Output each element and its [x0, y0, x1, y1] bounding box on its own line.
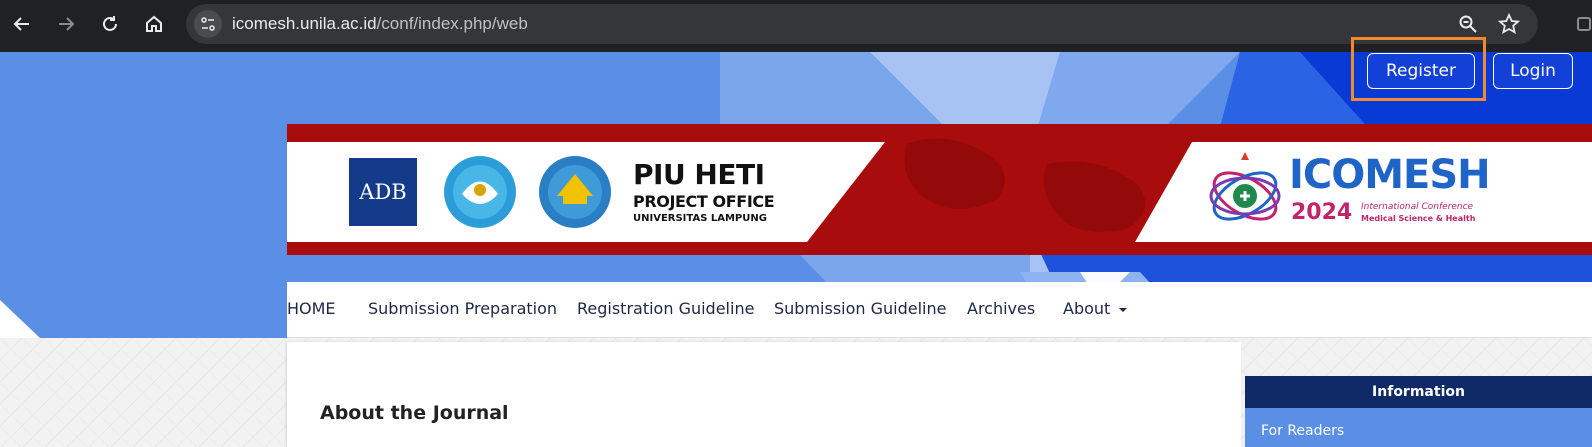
nav-registration-guideline[interactable]: Registration Guideline — [577, 299, 754, 318]
url-host: icomesh.unila.ac.id — [232, 14, 377, 33]
extension-icon[interactable] — [1576, 14, 1592, 38]
forward-arrow-icon[interactable] — [52, 10, 80, 38]
caret-down-icon — [1119, 307, 1128, 312]
adb-logo: ADB — [359, 180, 407, 204]
back-arrow-icon[interactable] — [8, 10, 36, 38]
address-bar[interactable]: icomesh.unila.ac.id/conf/index.php/web — [186, 4, 1538, 44]
home-icon[interactable] — [140, 10, 168, 38]
sidebar-link-label: For Readers — [1261, 423, 1345, 439]
piu-university: UNIVERSITAS LAMPUNG — [633, 213, 767, 224]
about-journal-heading: About the Journal — [320, 402, 509, 424]
icomesh-tagline-1: International Conference — [1361, 202, 1474, 212]
nav-about[interactable]: About — [1063, 299, 1128, 318]
nav-archives[interactable]: Archives — [967, 299, 1035, 318]
nav-submission-preparation[interactable]: Submission Preparation — [368, 299, 557, 318]
piu-title: PIU HETI — [633, 158, 765, 191]
login-button[interactable]: Login — [1493, 53, 1573, 89]
site-info-icon[interactable] — [194, 10, 222, 38]
icomesh-logo-text: ICOMESH — [1289, 152, 1491, 198]
bookmark-star-icon[interactable] — [1497, 12, 1521, 36]
url-text: icomesh.unila.ac.id/conf/index.php/web — [232, 14, 528, 34]
conference-banner[interactable]: ADB PIU HETI PROJECT OFFICE UNIVERSITAS … — [287, 124, 1592, 255]
piu-subtitle: PROJECT OFFICE — [633, 192, 775, 211]
sidebar-link-for-readers[interactable]: For Readers — [1245, 408, 1592, 447]
reload-icon[interactable] — [96, 10, 124, 38]
main-content-panel — [287, 342, 1241, 447]
nav-submission-guideline[interactable]: Submission Guideline — [774, 299, 946, 318]
icomesh-tagline-2: Medical Science & Health — [1361, 214, 1476, 223]
nav-about-label: About — [1063, 299, 1111, 318]
primary-nav: HOME Submission Preparation Registration… — [287, 282, 1592, 338]
zoom-icon[interactable] — [1456, 12, 1480, 36]
sidebar-information-title: Information — [1245, 376, 1592, 408]
register-button[interactable]: Register — [1367, 53, 1475, 89]
nav-home[interactable]: HOME — [287, 299, 336, 318]
url-path: /conf/index.php/web — [376, 14, 528, 33]
icomesh-year: 2024 — [1291, 200, 1353, 225]
